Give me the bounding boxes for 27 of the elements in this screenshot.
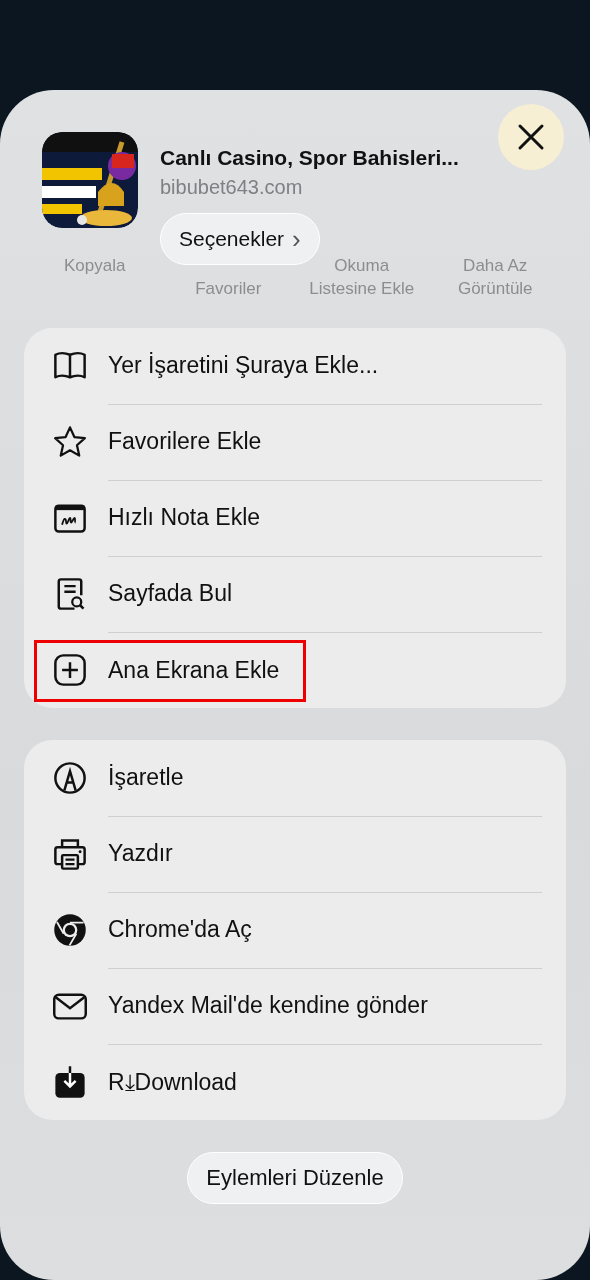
star-icon	[52, 424, 88, 460]
menu-item[interactable]: Favorilere Ekle	[24, 404, 566, 480]
menu-item[interactable]: Ana Ekrana Ekle	[24, 632, 566, 708]
page-domain: bibubet643.com	[160, 176, 303, 199]
action-label: Listesine Ekle	[309, 278, 415, 300]
action-label: Görüntüle	[457, 278, 533, 300]
action-label: Favoriler	[195, 278, 262, 300]
add-icon	[52, 652, 88, 688]
action-label: Okuma	[334, 255, 390, 277]
options-button[interactable]: Seçenekler ›	[160, 213, 320, 265]
menu-item[interactable]: Sayfada Bul	[24, 556, 566, 632]
chrome-icon	[52, 912, 88, 948]
menu-item[interactable]: İşaretle	[24, 740, 566, 816]
printer-icon	[52, 836, 88, 872]
menu-item[interactable]: Yazdır	[24, 816, 566, 892]
action-label: Kopyala	[64, 255, 126, 277]
menu-item[interactable]: Yer İşaretini Şuraya Ekle...	[24, 328, 566, 404]
close-icon	[517, 123, 545, 151]
download-icon	[52, 1064, 88, 1100]
edit-actions-button[interactable]: Eylemleri Düzenle	[187, 1152, 403, 1204]
action-label: Daha Az	[463, 255, 528, 277]
menu-item[interactable]: Chrome'da Aç	[24, 892, 566, 968]
page-title: Canlı Casino, Spor Bahisleri...	[160, 146, 459, 170]
pen-tip-icon	[52, 760, 88, 796]
menu-item[interactable]: Hızlı Nota Ekle	[24, 480, 566, 556]
menu-item[interactable]: R⤓Download	[24, 1044, 566, 1120]
menu-item[interactable]: Yandex Mail'de kendine gönder	[24, 968, 566, 1044]
